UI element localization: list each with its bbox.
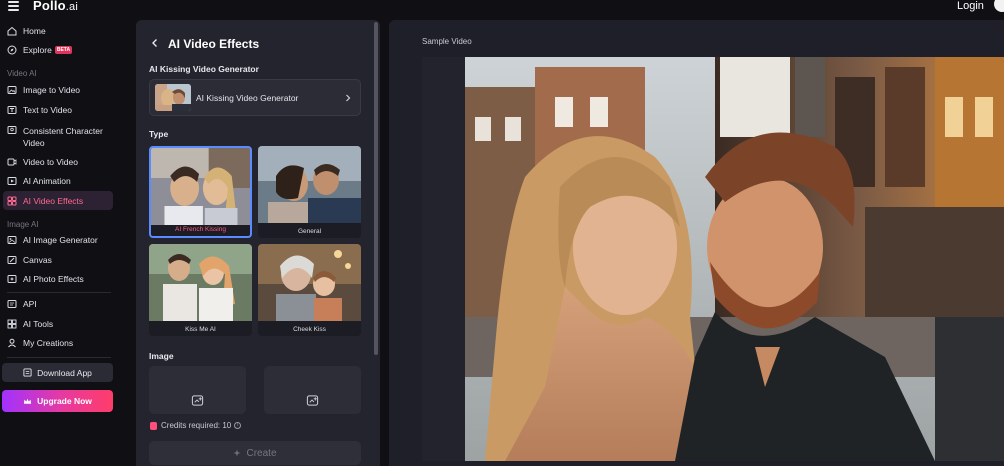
info-icon[interactable]: i (234, 422, 242, 429)
effect-card-cheek-kiss[interactable]: Cheek Kiss (258, 244, 361, 336)
effect-label: General (297, 228, 322, 235)
login-link[interactable]: Login (957, 0, 984, 12)
sidebar-item-label: AI Image Generator (23, 234, 98, 245)
sidebar-item-ai-animation[interactable]: AI Animation (3, 171, 113, 190)
panel-scrollbar[interactable] (374, 22, 378, 355)
sidebar-item-label: AI Tools (23, 318, 54, 329)
sidebar-item-label: AI Animation (23, 175, 71, 186)
credits-text: Credits required: 10 (161, 421, 232, 430)
download-app-label: Download App (37, 367, 92, 378)
upgrade-now-label: Upgrade Now (37, 396, 92, 406)
sidebar-item-home[interactable]: Home (3, 21, 113, 40)
effect-thumbnail (258, 146, 361, 223)
top-bar: Pollo.ai Login (0, 0, 1004, 14)
sidebar-item-label: API (23, 298, 37, 309)
image-upload-slot-1[interactable] (149, 366, 246, 414)
image-icon (7, 85, 17, 95)
sidebar-item-ai-photo-effects[interactable]: AI Photo Effects (3, 269, 113, 288)
chevron-right-icon (346, 94, 351, 102)
sample-video-player[interactable] (422, 57, 1004, 461)
effect-card-general[interactable]: General (258, 146, 361, 238)
effect-label: Kiss Me AI (185, 326, 216, 333)
effects-panel: AI Video Effects AI Kissing Video Genera… (136, 20, 380, 466)
avatar[interactable] (994, 0, 1004, 12)
effect-label: Cheek Kiss (293, 326, 326, 333)
download-app-button[interactable]: Download App (2, 363, 113, 382)
upgrade-now-button[interactable]: Upgrade Now (2, 390, 113, 412)
animation-icon (7, 176, 17, 186)
effect-thumbnail (149, 244, 252, 321)
generator-heading: AI Kissing Video Generator (149, 64, 259, 74)
home-icon (7, 26, 17, 36)
sidebar-item-label: Video to Video (23, 156, 78, 167)
effect-card-kiss-me-ai[interactable]: Kiss Me AI (149, 244, 252, 336)
sidebar-item-label: Image to Video (23, 84, 81, 95)
sidebar-item-image-to-video[interactable]: Image to Video (3, 80, 113, 99)
image-upload-slot-2[interactable] (264, 366, 361, 414)
sidebar-item-label-line2: Video (23, 138, 45, 148)
sidebar-item-consistent-character[interactable]: Consistent Character Video (3, 120, 113, 148)
generator-thumbnail (155, 84, 191, 111)
effects-icon (7, 196, 17, 206)
create-label: Create (246, 447, 277, 459)
download-icon (23, 368, 32, 377)
image-heading: Image (149, 351, 174, 361)
menu-icon[interactable] (8, 1, 19, 11)
effect-thumbnail (151, 148, 250, 225)
panel-title: AI Video Effects (168, 37, 260, 51)
generator-card-label: AI Kissing Video Generator (196, 93, 299, 103)
sidebar-item-canvas[interactable]: Canvas (3, 250, 113, 269)
photo-effects-icon (7, 274, 17, 284)
api-icon (7, 299, 17, 309)
type-heading: Type (149, 129, 169, 139)
sidebar-item-label: Explore (23, 44, 52, 55)
sidebar-item-label: Text to Video (23, 104, 72, 115)
sidebar-item-ai-image-generator[interactable]: AI Image Generator (3, 230, 113, 249)
sample-video-label: Sample Video (422, 37, 472, 46)
logo[interactable]: Pollo.ai (33, 0, 78, 13)
compass-icon (7, 45, 17, 55)
video-ai-section-label: Video AI (7, 69, 37, 78)
sidebar-item-ai-video-effects[interactable]: AI Video Effects (3, 191, 113, 210)
credits-icon (150, 421, 157, 430)
video-icon (7, 157, 17, 167)
image-ai-section-label: Image AI (7, 220, 39, 229)
upload-image-icon (191, 395, 204, 406)
sidebar-item-ai-tools[interactable]: AI Tools (3, 314, 113, 333)
sidebar-item-my-creations[interactable]: My Creations (3, 333, 113, 352)
sparkle-icon (233, 449, 242, 457)
sidebar-divider (7, 357, 111, 358)
sidebar-item-label: My Creations (23, 337, 74, 348)
canvas-icon (7, 255, 17, 265)
text-icon (7, 105, 17, 115)
credits-required: Credits required: 10 i (150, 421, 242, 430)
sidebar-item-explore[interactable]: Explore BETA (3, 40, 113, 59)
sidebar-item-api[interactable]: API (3, 294, 113, 313)
sample-video-panel: Sample Video (389, 20, 1004, 466)
effect-thumbnail (258, 244, 361, 321)
generator-card[interactable]: AI Kissing Video Generator (149, 79, 361, 116)
effect-card-ai-french-kissing[interactable]: AI French Kissing (149, 146, 252, 238)
tools-icon (7, 319, 17, 329)
sidebar-item-text-to-video[interactable]: Text to Video (3, 100, 113, 119)
character-icon (7, 125, 17, 135)
sidebar-item-label: Consistent Character (23, 126, 103, 136)
image-gen-icon (7, 235, 17, 245)
effect-label: AI French Kissing (175, 226, 226, 233)
sample-video-frame (465, 57, 1004, 461)
sidebar-item-label: Canvas (23, 254, 52, 265)
sidebar-item-label: AI Photo Effects (23, 273, 84, 284)
sidebar-item-label: AI Video Effects (23, 195, 84, 206)
back-arrow-icon[interactable] (150, 38, 160, 48)
upload-image-icon (306, 395, 319, 406)
creations-icon (7, 338, 17, 348)
beta-badge: BETA (54, 45, 73, 54)
create-button[interactable]: Create (149, 441, 361, 465)
sidebar-item-label: Home (23, 25, 46, 36)
sidebar-item-video-to-video[interactable]: Video to Video (3, 152, 113, 171)
sidebar-divider (7, 292, 111, 293)
crown-icon (24, 398, 32, 404)
